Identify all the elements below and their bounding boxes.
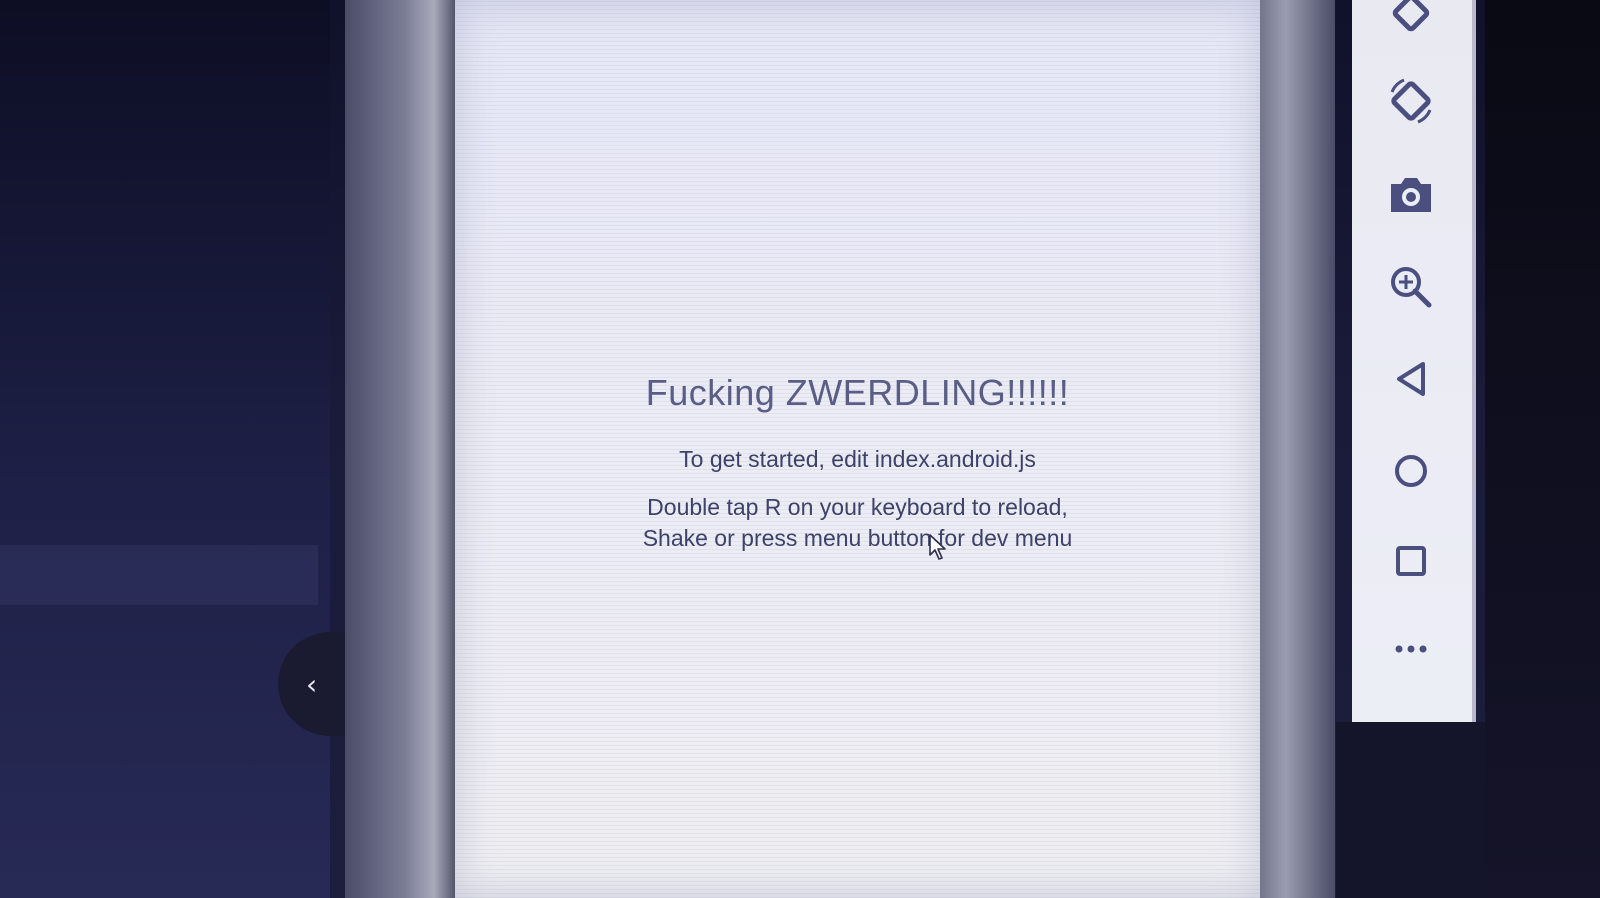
home-button[interactable] <box>1372 432 1450 510</box>
more-button[interactable] <box>1372 610 1450 688</box>
right-desktop-edge <box>1485 0 1600 898</box>
mouse-cursor-icon <box>929 534 946 560</box>
instructions-reload-line1: Double tap R on your keyboard to reload, <box>647 494 1068 520</box>
camera-icon <box>1391 178 1431 212</box>
screenshot-button[interactable] <box>1372 155 1450 233</box>
overview-button[interactable] <box>1372 522 1450 600</box>
zoom-in-icon <box>1391 267 1432 308</box>
left-panel-row-highlight <box>0 545 318 605</box>
back-button[interactable] <box>1372 340 1450 418</box>
instructions-edit: To get started, edit index.android.js <box>679 446 1036 472</box>
rotate-left-button[interactable] <box>1372 62 1450 140</box>
emulator-screen[interactable]: Fucking ZWERDLING!!!!!! To get started, … <box>455 0 1260 898</box>
rotate-right-icon <box>1392 0 1430 32</box>
desktop-background <box>1336 722 1486 898</box>
welcome-title: Fucking ZWERDLING!!!!!! <box>645 372 1070 413</box>
chevron-left-icon: ‹ <box>306 667 318 701</box>
emulator-toolbar <box>1352 0 1472 722</box>
back-triangle-icon <box>1397 362 1425 396</box>
overview-square-icon <box>1396 546 1426 576</box>
left-ide-panel <box>0 0 330 898</box>
instructions-reload-line2: Shake or press menu button for dev menu <box>642 525 1073 551</box>
rotate-left-icon <box>1390 78 1432 124</box>
more-dots-icon <box>1395 645 1427 653</box>
zoom-button[interactable] <box>1372 248 1450 326</box>
instructions-reload: Double tap R on your keyboard to reload,… <box>455 492 1260 554</box>
photo-of-monitor: ‹ Fucking ZWERDLING!!!!!! To get started… <box>0 0 1600 898</box>
home-circle-icon <box>1395 455 1427 487</box>
rotate-right-button[interactable] <box>1372 0 1450 52</box>
